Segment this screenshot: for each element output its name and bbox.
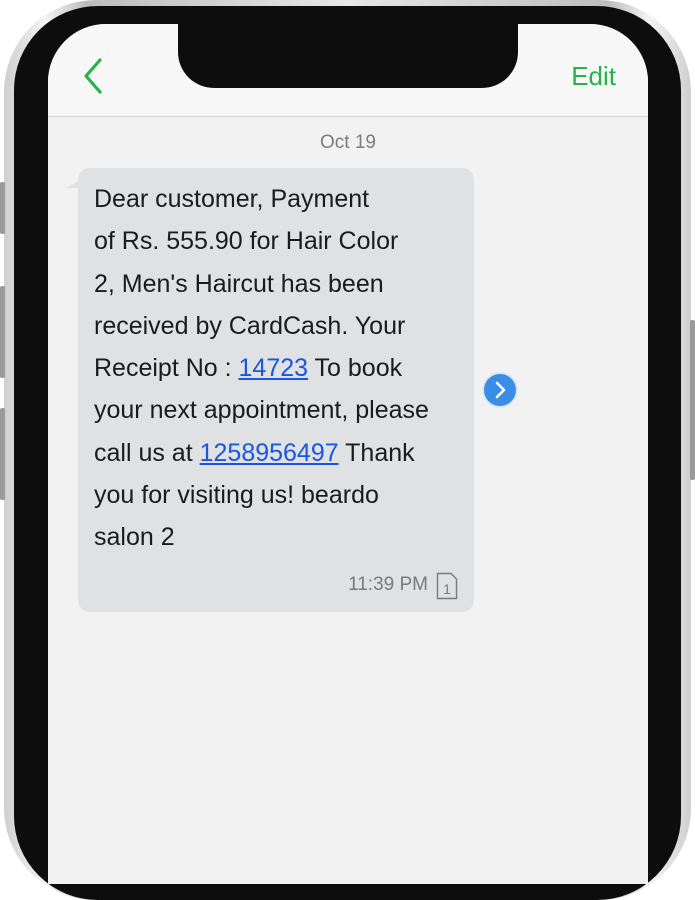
chevron-right-circle-icon [495,381,506,399]
receipt-number-link[interactable]: 14723 [239,354,309,382]
edit-button[interactable]: Edit [571,61,616,92]
notch [178,24,518,88]
screen: Edit Oct 19 Dear customer, Payment of Rs… [48,24,648,884]
forward-button[interactable] [482,372,518,408]
side-button-mute [0,182,5,234]
side-button-power [690,320,695,480]
sim-card-icon: 1 [436,572,458,600]
message-bubble[interactable]: Dear customer, Payment of Rs. 555.90 for… [78,168,474,612]
message-text: Dear customer, Payment of Rs. 555.90 for… [94,178,466,559]
chevron-left-icon [84,58,102,94]
sim-slot-badge: 1 [436,572,458,600]
message-text-part-1: Dear customer, Payment of Rs. 555.90 for… [94,185,406,383]
phone-number-link[interactable]: 1258956497 [200,439,339,467]
sim-slot-number: 1 [443,581,451,597]
side-button-volume-down [0,408,5,500]
date-separator: Oct 19 [320,132,376,153]
back-button[interactable] [78,56,108,96]
message-timestamp: 11:39 PM [348,574,428,595]
side-button-volume-up [0,286,5,378]
